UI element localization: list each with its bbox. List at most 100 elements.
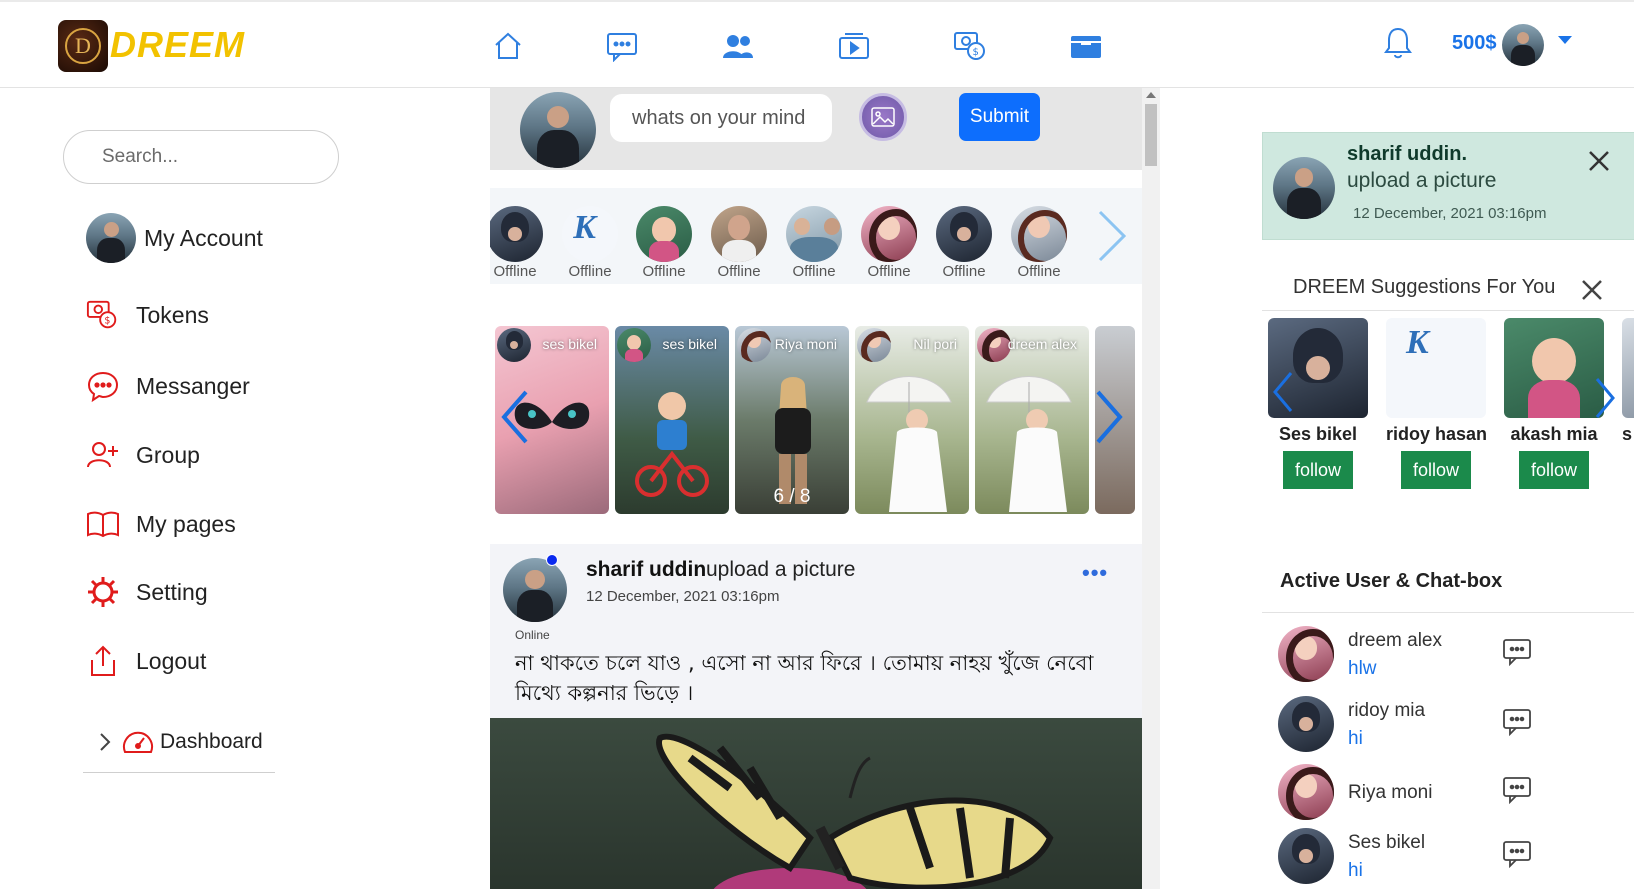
- story-card[interactable]: dreem alex: [975, 326, 1089, 514]
- sidebar-item-my-account[interactable]: My Account: [86, 213, 263, 263]
- sidebar-item-my-pages[interactable]: My pages: [86, 504, 236, 544]
- user-name: Riya moni: [1348, 782, 1433, 803]
- submit-button[interactable]: Submit: [959, 93, 1040, 141]
- friend-item[interactable]: Offline: [783, 206, 845, 280]
- umbrella-woman-image: [866, 376, 952, 512]
- feed-scrollbar[interactable]: [1142, 88, 1160, 889]
- avatar[interactable]: [520, 92, 596, 168]
- post-image[interactable]: [490, 718, 1142, 889]
- notification-card[interactable]: sharif uddin. upload a picture 12 Decemb…: [1262, 132, 1634, 240]
- suggestion-image[interactable]: [1622, 318, 1634, 418]
- friend-item[interactable]: Offline: [708, 206, 770, 280]
- user-last-message: hlw: [1348, 658, 1377, 679]
- follow-button[interactable]: follow: [1519, 451, 1589, 489]
- active-user-row[interactable]: Riya moni: [1278, 764, 1598, 824]
- chevron-right-icon: [100, 733, 111, 751]
- friend-item[interactable]: Offline: [633, 206, 695, 280]
- story-card[interactable]: Riya moni 6 / 8: [735, 326, 849, 514]
- friend-status: Offline: [568, 263, 612, 280]
- presence-label: Online: [515, 628, 550, 642]
- image-icon: [871, 107, 895, 127]
- suggestion-card: s: [1622, 318, 1634, 445]
- suggestion-image[interactable]: [1386, 318, 1486, 418]
- chat-icon[interactable]: [1502, 708, 1532, 736]
- sidebar-item-label: Setting: [136, 578, 208, 605]
- sidebar-item-messanger[interactable]: Messanger: [86, 366, 250, 406]
- suggestion-image[interactable]: [1504, 318, 1604, 418]
- follow-button[interactable]: follow: [1401, 451, 1471, 489]
- status-input[interactable]: [610, 94, 832, 142]
- brand-name[interactable]: DREEM: [110, 24, 245, 66]
- chevron-down-icon[interactable]: [1558, 36, 1572, 44]
- upload-icon: [91, 645, 115, 676]
- logo-badge[interactable]: D: [58, 20, 108, 72]
- search-input[interactable]: [63, 130, 339, 184]
- bell-icon[interactable]: [1382, 26, 1414, 62]
- umbrella-woman-image: [986, 376, 1072, 512]
- sidebar-item-logout[interactable]: Logout: [86, 641, 206, 681]
- post-text: না থাকতে চলে যাও , এসো না আর ফিরে । তোমা…: [515, 651, 1094, 705]
- sidebar-item-label: Logout: [136, 647, 207, 674]
- video-icon[interactable]: [836, 28, 872, 64]
- home-icon[interactable]: [490, 28, 526, 64]
- avatar: [636, 206, 692, 262]
- avatar: [86, 213, 136, 263]
- suggestion-name[interactable]: Ses bikel: [1268, 424, 1368, 445]
- story-card[interactable]: ses bikel: [615, 326, 729, 514]
- avatar[interactable]: [1502, 24, 1544, 66]
- avatar[interactable]: [503, 558, 567, 622]
- wallet-icon[interactable]: [1068, 28, 1104, 64]
- story-card[interactable]: Nil pori: [855, 326, 969, 514]
- active-user-row[interactable]: dreem alex hlw: [1278, 626, 1598, 686]
- friend-item[interactable]: Offline: [559, 206, 621, 280]
- chat-icon[interactable]: [1502, 776, 1532, 804]
- friends-icon[interactable]: [720, 28, 756, 64]
- chevron-right-icon[interactable]: [1594, 376, 1616, 420]
- online-dot: [546, 554, 558, 566]
- friend-item[interactable]: Offline: [933, 206, 995, 280]
- chevron-right-icon[interactable]: [1094, 388, 1124, 446]
- close-icon[interactable]: [1580, 278, 1604, 302]
- friend-item[interactable]: Offline: [1008, 206, 1070, 280]
- chat-icon[interactable]: [1502, 638, 1532, 666]
- friend-status: Offline: [792, 263, 836, 280]
- tokens-icon[interactable]: $: [952, 28, 988, 64]
- active-users-title: Active User & Chat-box: [1280, 570, 1503, 592]
- post-time: 12 December, 2021 03:16pm: [586, 588, 780, 605]
- close-icon[interactable]: [1587, 149, 1611, 173]
- avatar: [1278, 764, 1334, 820]
- balance[interactable]: 500$: [1452, 32, 1497, 55]
- suggestion-name[interactable]: akash mia: [1504, 424, 1604, 445]
- avatar: [617, 328, 651, 362]
- chevron-left-icon[interactable]: [1272, 370, 1294, 414]
- scroll-up-icon[interactable]: [1146, 92, 1156, 98]
- follow-button[interactable]: follow: [1283, 451, 1353, 489]
- friend-item[interactable]: Offline: [858, 206, 920, 280]
- messages-icon[interactable]: [604, 28, 640, 64]
- user-last-message: hi: [1348, 728, 1363, 749]
- sidebar-item-setting[interactable]: Setting: [86, 572, 208, 612]
- user-name: ridoy mia: [1348, 700, 1426, 721]
- avatar: [861, 206, 917, 262]
- avatar: [1273, 157, 1335, 219]
- chevron-left-icon[interactable]: [500, 388, 530, 446]
- chevron-right-icon[interactable]: [1094, 208, 1128, 264]
- suggestion-name[interactable]: ridoy hasan: [1386, 424, 1487, 445]
- chat-icon[interactable]: [1502, 840, 1532, 868]
- story-name: Nil pori: [913, 336, 957, 352]
- active-user-row[interactable]: ridoy mia hi: [1278, 696, 1598, 756]
- post-action: upload a picture: [706, 558, 856, 581]
- dashboard-link[interactable]: Dashboard: [98, 728, 263, 756]
- avatar: [497, 328, 531, 362]
- post-author[interactable]: sharif uddin: [586, 558, 706, 582]
- sidebar-item-tokens[interactable]: $ Tokens: [86, 295, 209, 335]
- scroll-thumb[interactable]: [1145, 104, 1157, 166]
- more-options-icon[interactable]: •••: [1082, 560, 1108, 586]
- top-bar: D DREEM $ 500$: [0, 0, 1634, 88]
- friend-item[interactable]: Offline: [490, 206, 546, 280]
- suggestion-name[interactable]: s: [1622, 424, 1634, 445]
- sidebar-item-group[interactable]: Group: [86, 435, 200, 475]
- active-user-row[interactable]: Ses bikel hi: [1278, 828, 1598, 888]
- avatar: [1278, 828, 1334, 884]
- add-photo-button[interactable]: [859, 93, 907, 141]
